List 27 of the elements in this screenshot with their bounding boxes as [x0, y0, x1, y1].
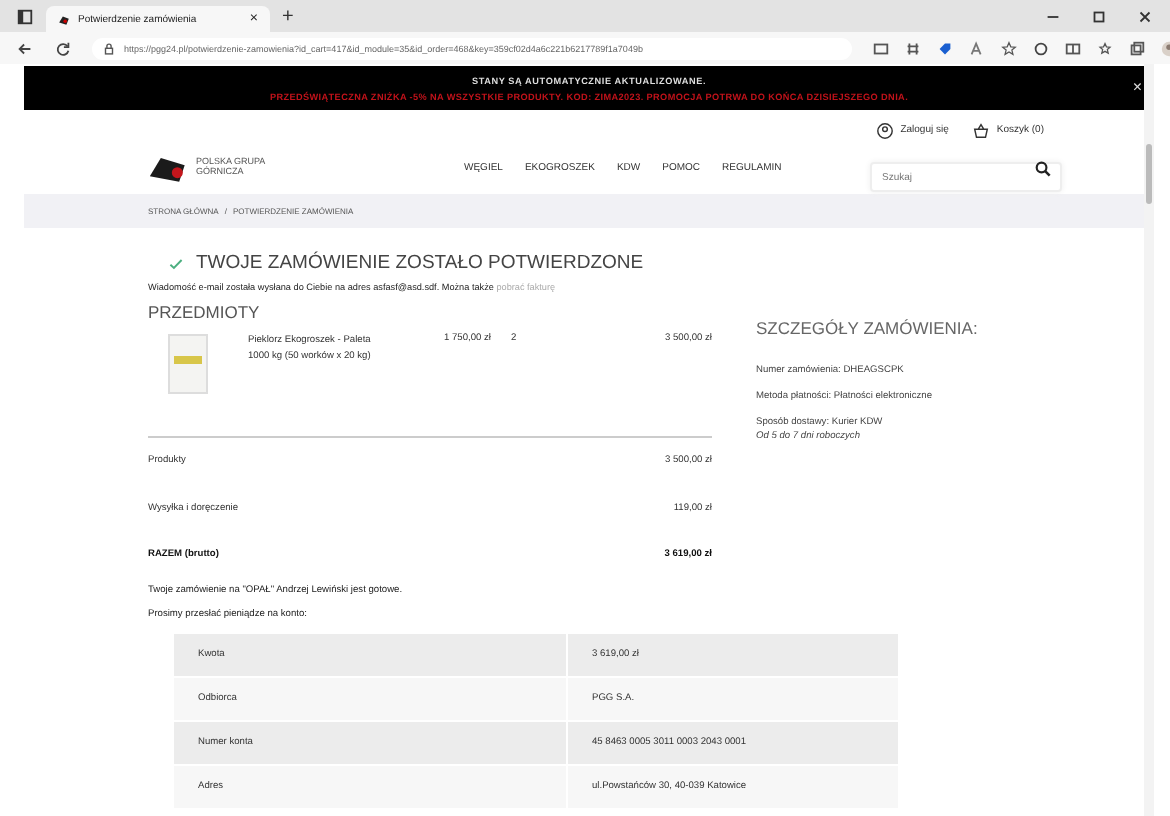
scrollbar[interactable] — [1144, 64, 1154, 816]
split-screen-icon[interactable] — [1064, 39, 1082, 57]
confirmation-title: TWOJE ZAMÓWIENIE ZOSTAŁO POTWIERDZONE — [196, 252, 644, 274]
order-details-heading: SZCZEGÓŁY ZAMÓWIENIA: — [756, 318, 978, 338]
reader-icon[interactable] — [872, 39, 890, 57]
tag-icon[interactable] — [936, 39, 954, 57]
search-icon[interactable] — [1034, 159, 1052, 177]
grid-icon[interactable] — [904, 39, 922, 57]
collections-icon[interactable] — [1128, 39, 1146, 57]
read-aloud-icon[interactable] — [968, 39, 986, 57]
new-tab-button[interactable]: + — [282, 5, 294, 27]
close-icon[interactable] — [1136, 7, 1154, 25]
star-icon[interactable] — [1000, 39, 1018, 57]
basket-icon — [972, 121, 991, 139]
banner-close-button[interactable]: × — [1132, 78, 1142, 96]
lock-icon — [102, 41, 116, 55]
tab-actions-icon[interactable] — [16, 7, 34, 25]
section-heading: PRZEDMIOTY — [148, 302, 262, 322]
favorites-icon[interactable] — [1096, 39, 1114, 57]
back-icon[interactable] — [16, 39, 34, 57]
product-image — [168, 334, 208, 394]
user-icon — [876, 121, 895, 139]
checkmark-icon — [168, 255, 184, 271]
site-favicon-icon — [58, 13, 70, 25]
refresh-icon[interactable] — [54, 39, 72, 57]
circle-icon[interactable] — [1032, 39, 1050, 57]
maximize-icon[interactable] — [1090, 7, 1108, 25]
